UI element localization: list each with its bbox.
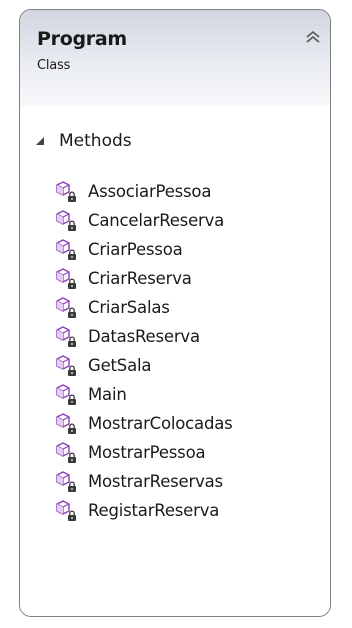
method-name: CriarPessoa	[88, 240, 183, 259]
method-name: CancelarReserva	[88, 211, 225, 230]
private-method-icon	[56, 383, 76, 405]
class-body: Methods AssociarPessoa CancelarReserva C…	[20, 106, 330, 616]
class-shape[interactable]: Program Class Methods AssociarPessoa Can…	[19, 9, 331, 617]
private-method-icon	[56, 180, 76, 202]
method-item[interactable]: CriarReserva	[55, 264, 233, 293]
private-method-icon	[56, 296, 76, 318]
method-item[interactable]: AssociarPessoa	[55, 177, 233, 206]
private-method-icon	[56, 354, 76, 376]
method-item[interactable]: MostrarReservas	[55, 467, 233, 496]
method-name: CriarReserva	[88, 269, 192, 288]
class-stereotype: Class	[37, 58, 71, 73]
private-method-icon	[56, 412, 76, 434]
method-name: AssociarPessoa	[88, 182, 212, 201]
method-name: MostrarPessoa	[88, 443, 206, 462]
private-method-icon	[56, 441, 76, 463]
method-name: DatasReserva	[88, 327, 200, 346]
methods-list: AssociarPessoa CancelarReserva CriarPess…	[55, 177, 233, 525]
method-item[interactable]: RegistarReserva	[55, 496, 233, 525]
method-name: GetSala	[88, 356, 152, 375]
method-name: Main	[88, 385, 127, 404]
triangle-expanded-icon[interactable]	[35, 136, 45, 146]
method-item[interactable]: CriarPessoa	[55, 235, 233, 264]
method-name: MostrarColocadas	[88, 414, 233, 433]
method-name: MostrarReservas	[88, 472, 223, 491]
method-item[interactable]: CancelarReserva	[55, 206, 233, 235]
method-item[interactable]: GetSala	[55, 351, 233, 380]
method-name: RegistarReserva	[88, 501, 220, 520]
double-chevron-up-icon[interactable]	[304, 29, 322, 45]
class-name[interactable]: Program	[37, 28, 127, 50]
private-method-icon	[56, 470, 76, 492]
private-method-icon	[56, 325, 76, 347]
method-item[interactable]: MostrarPessoa	[55, 438, 233, 467]
method-item[interactable]: Main	[55, 380, 233, 409]
private-method-icon	[56, 267, 76, 289]
methods-compartment-header[interactable]: Methods	[35, 129, 132, 153]
methods-label: Methods	[59, 131, 132, 151]
private-method-icon	[56, 209, 76, 231]
private-method-icon	[56, 238, 76, 260]
method-item[interactable]: MostrarColocadas	[55, 409, 233, 438]
method-item[interactable]: DatasReserva	[55, 322, 233, 351]
private-method-icon	[56, 499, 76, 521]
method-name: CriarSalas	[88, 298, 170, 317]
method-item[interactable]: CriarSalas	[55, 293, 233, 322]
class-header: Program Class	[20, 10, 330, 106]
